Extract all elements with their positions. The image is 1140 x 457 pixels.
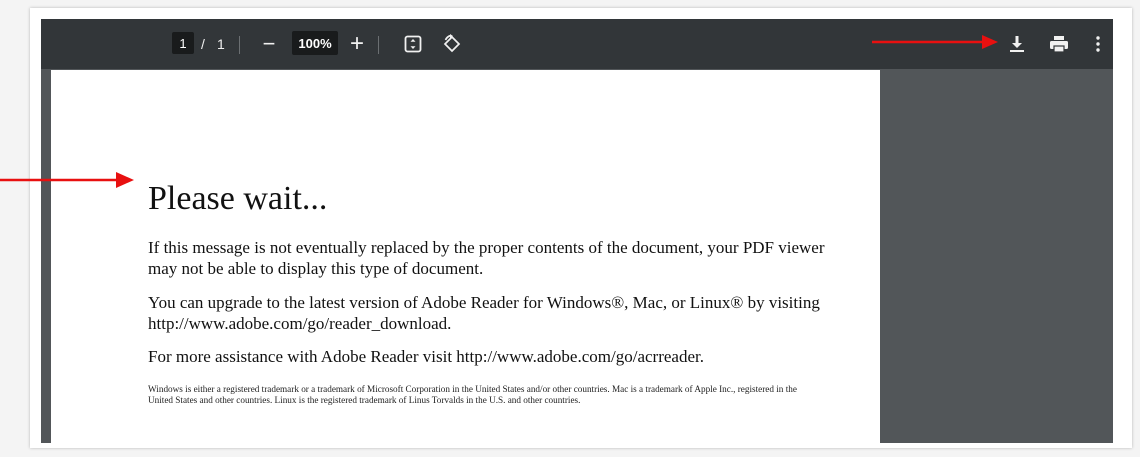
zoom-in-button[interactable]: +: [347, 19, 367, 69]
download-icon: [1010, 36, 1024, 52]
total-pages: 1: [217, 36, 225, 52]
page-number-input[interactable]: 1: [172, 32, 194, 54]
zoom-out-button[interactable]: −: [259, 19, 279, 69]
pdf-viewer: 1 / 1 − 100% + Please wait... If this me…: [41, 19, 1113, 443]
toolbar-divider: [378, 36, 379, 54]
rotate-button[interactable]: [441, 19, 463, 69]
plus-icon: +: [349, 30, 364, 57]
fit-to-page-icon: [404, 35, 422, 53]
fit-to-page-button[interactable]: [403, 19, 423, 69]
rotate-icon: [443, 34, 461, 53]
zoom-level-input[interactable]: 100%: [292, 31, 338, 55]
more-options-button[interactable]: [1091, 19, 1105, 69]
download-button[interactable]: [1007, 19, 1027, 69]
minus-icon: −: [262, 31, 276, 56]
trademark-notice: Windows is either a registered trademark…: [148, 384, 797, 405]
pdf-page: Please wait... If this message is not ev…: [51, 70, 880, 443]
document-title: Please wait...: [148, 180, 328, 217]
document-paragraph: You can upgrade to the latest version of…: [148, 293, 820, 333]
print-button[interactable]: [1048, 19, 1070, 69]
document-paragraph: If this message is not eventually replac…: [148, 238, 825, 278]
annotation-arrow-title: [0, 172, 134, 188]
annotation-arrow-download: [872, 35, 998, 49]
more-vertical-icon: [1096, 36, 1100, 52]
print-icon: [1050, 36, 1068, 53]
page-separator: /: [201, 36, 205, 52]
toolbar-divider: [239, 36, 240, 54]
document-paragraph: For more assistance with Adobe Reader vi…: [148, 347, 704, 366]
